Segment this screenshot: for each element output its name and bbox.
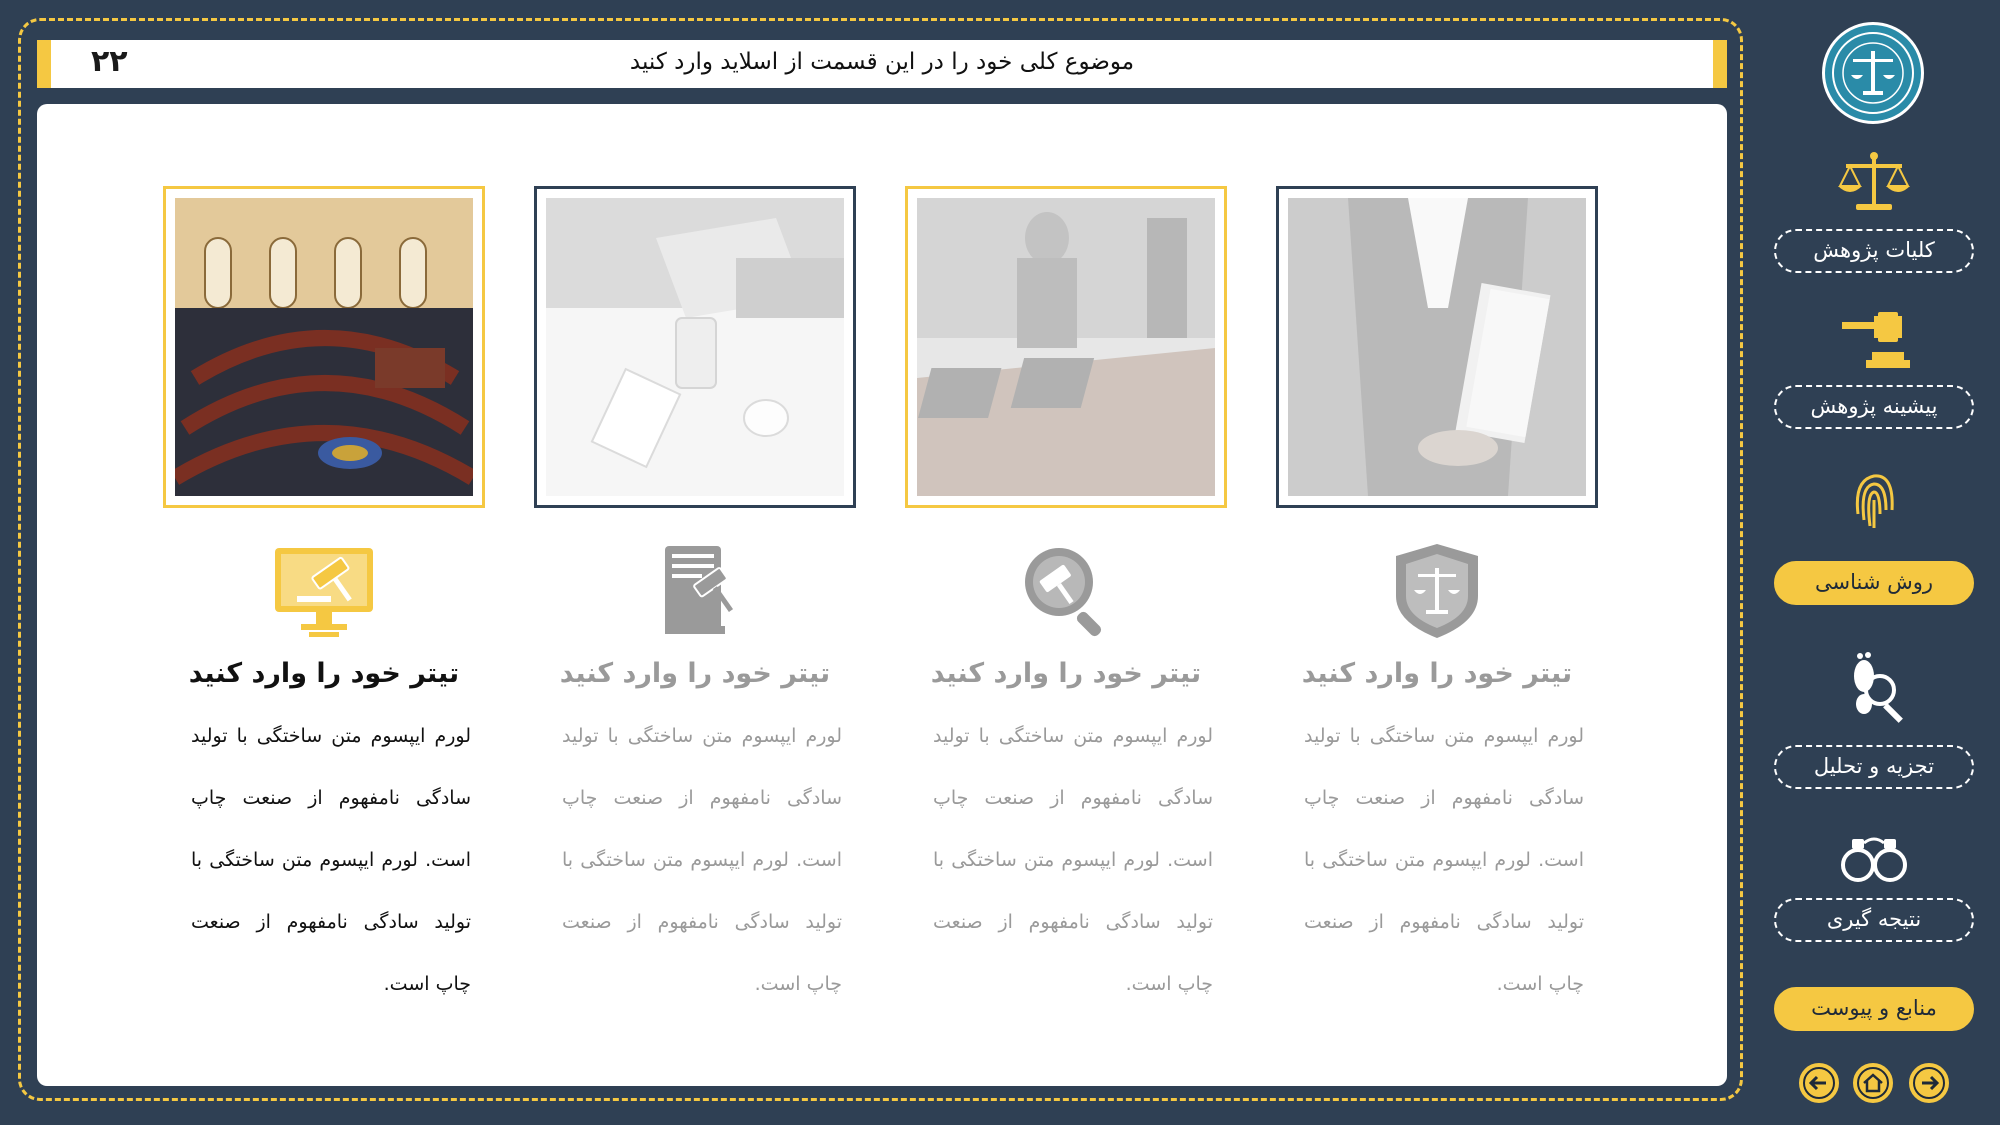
title-bar: ۲۲ موضوع کلی خود را در این قسمت از اسلای… [37, 40, 1727, 88]
university-logo [1822, 22, 1924, 124]
card-3: تیتر خود را وارد کنید لورم ایپسوم متن سا… [534, 186, 856, 1015]
card-1: تیتر خود را وارد کنید لورم ایپسوم متن سا… [1276, 186, 1598, 1015]
lawyer-books-photo [1276, 186, 1598, 508]
handcuffs-icon [1841, 837, 1907, 882]
nav-methodology[interactable]: روش شناسی [1774, 561, 1974, 605]
courtroom-chamber-photo [163, 186, 485, 508]
gavel-icon [1842, 312, 1910, 368]
gavel-magnifier-icon [1025, 548, 1102, 637]
slide-title: موضوع کلی خود را در این قسمت از اسلاید و… [629, 49, 1135, 75]
fingerprint-icon [1855, 474, 1894, 528]
home-icon[interactable] [1853, 1063, 1893, 1103]
nav-research-background[interactable]: پیشینه پژوهش [1774, 385, 1974, 429]
arrow-left-icon[interactable] [1799, 1063, 1839, 1103]
judge-laptop-icon [275, 548, 373, 637]
meeting-room-photo [905, 186, 1227, 508]
scales-shield-icon [1396, 544, 1478, 638]
card-text: لورم ایپسوم متن ساختگی با تولید سادگی نا… [562, 725, 842, 995]
card-title: تیتر خود را وارد کنید [1301, 658, 1573, 689]
card-4: تیتر خود را وارد کنید لورم ایپسوم متن سا… [163, 186, 485, 1015]
scales-icon [1838, 152, 1910, 210]
office-desk-laptop-photo [534, 186, 856, 508]
nav-research-overview[interactable]: کلیات پژوهش [1774, 229, 1974, 273]
card-text: لورم ایپسوم متن ساختگی با تولید سادگی نا… [933, 725, 1213, 995]
nav-conclusion[interactable]: نتیجه گیری [1774, 898, 1974, 942]
card-title: تیتر خود را وارد کنید [930, 658, 1202, 689]
nav-references[interactable]: منابع و پیوست [1774, 987, 1974, 1031]
footprint-magnifier-icon [1854, 652, 1903, 723]
card-2: تیتر خود را وارد کنید لورم ایپسوم متن سا… [905, 186, 1227, 1015]
card-text: لورم ایپسوم متن ساختگی با تولید سادگی نا… [1304, 725, 1584, 995]
card-title: تیتر خود را وارد کنید [188, 658, 460, 689]
law-book-gavel-icon [665, 546, 734, 634]
nav-analysis[interactable]: تجزیه و تحلیل [1774, 745, 1974, 789]
arrow-right-icon[interactable] [1909, 1063, 1949, 1103]
card-text: لورم ایپسوم متن ساختگی با تولید سادگی نا… [191, 725, 471, 995]
content-panel: تیتر خود را وارد کنید لورم ایپسوم متن سا… [37, 104, 1727, 1086]
card-title: تیتر خود را وارد کنید [559, 658, 831, 689]
